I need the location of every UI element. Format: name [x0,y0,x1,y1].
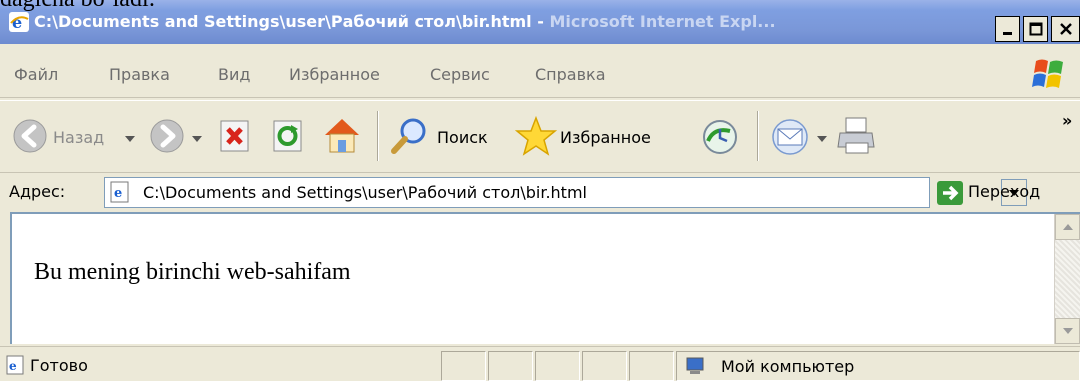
vertical-scrollbar[interactable] [1054,214,1080,344]
menu-bar: Файл Правка Вид Избранное Сервис Справка [0,52,1080,98]
toolbar: Назад Поиск Избранное » [0,100,1080,172]
svg-text:e: e [9,359,17,373]
chevron-down-icon [1062,328,1073,334]
back-label[interactable]: Назад [53,128,104,148]
search-label[interactable]: Поиск [437,128,488,148]
zone-text: Мой компьютер [721,357,855,376]
home-icon[interactable] [321,113,363,157]
print-icon[interactable] [836,115,878,157]
status-bar: e Готово Мой компьютер [0,346,1080,381]
scroll-up-button[interactable] [1055,214,1080,240]
status-pane [441,351,486,381]
computer-icon [686,357,704,374]
refresh-icon[interactable] [271,119,305,153]
scroll-down-button[interactable] [1055,318,1080,344]
window-title: C:\Documents and Settings\user\Рабочий с… [34,12,776,31]
windows-logo-icon [1032,59,1063,88]
menu-favorites[interactable]: Избранное [289,65,380,85]
ie-window: e C:\Documents and Settings\user\Рабочий… [0,0,1080,381]
close-icon [1059,23,1072,35]
back-dropdown-icon[interactable] [125,136,135,142]
go-arrow-icon[interactable] [937,181,963,205]
toolbar-chevron[interactable]: » [1062,111,1072,131]
menu-view[interactable]: Вид [218,65,250,85]
chevron-up-icon [1062,224,1073,230]
status-text: Готово [30,356,88,375]
status-pane [488,351,533,381]
menu-help[interactable]: Справка [535,65,606,85]
toolbar-separator-2 [757,111,759,161]
page-status-icon: e [6,355,24,375]
svg-text:e: e [12,13,22,32]
page-content: Bu mening birinchi web-sahifam [10,212,1080,344]
page-text: Bu mening birinchi web-sahifam [34,259,351,285]
go-button-label[interactable]: Переход [968,182,1040,202]
menu-edit[interactable]: Правка [109,65,170,85]
maximize-icon [1029,22,1042,36]
favorites-label[interactable]: Избранное [560,128,651,148]
maximize-button[interactable] [1023,16,1048,42]
menu-tools[interactable]: Сервис [430,65,490,85]
close-button[interactable] [1051,16,1080,42]
toolbar-separator [377,111,379,161]
back-arrow-icon[interactable] [12,118,48,154]
mail-dropdown-icon[interactable] [817,136,827,142]
document-text-above: dagicha bo`ladi: [0,0,155,12]
address-value[interactable]: C:\Documents and Settings\user\Рабочий с… [143,183,587,203]
status-pane [535,351,580,381]
address-bar: Адрес: e C:\Documents and Settings\user\… [0,172,1080,212]
svg-text:e: e [114,186,122,201]
search-icon[interactable] [389,115,431,157]
forward-dropdown-icon[interactable] [192,136,202,142]
ie-icon: e [9,12,29,32]
stop-icon[interactable] [218,119,252,153]
mail-icon[interactable] [770,117,810,157]
favorites-star-icon[interactable] [515,115,557,157]
history-icon[interactable] [700,117,740,157]
status-pane [582,351,627,381]
minimize-icon [1002,32,1012,35]
minimize-button[interactable] [995,16,1020,42]
address-input[interactable]: e C:\Documents and Settings\user\Рабочий… [104,177,1027,208]
address-label: Адрес: [9,182,66,201]
menu-file[interactable]: Файл [14,65,58,85]
forward-arrow-icon[interactable] [149,118,185,154]
page-icon: e [110,181,129,203]
zone-pane: Мой компьютер [676,351,1080,381]
status-pane [629,351,674,381]
title-bar[interactable]: e C:\Documents and Settings\user\Рабочий… [0,0,1080,44]
